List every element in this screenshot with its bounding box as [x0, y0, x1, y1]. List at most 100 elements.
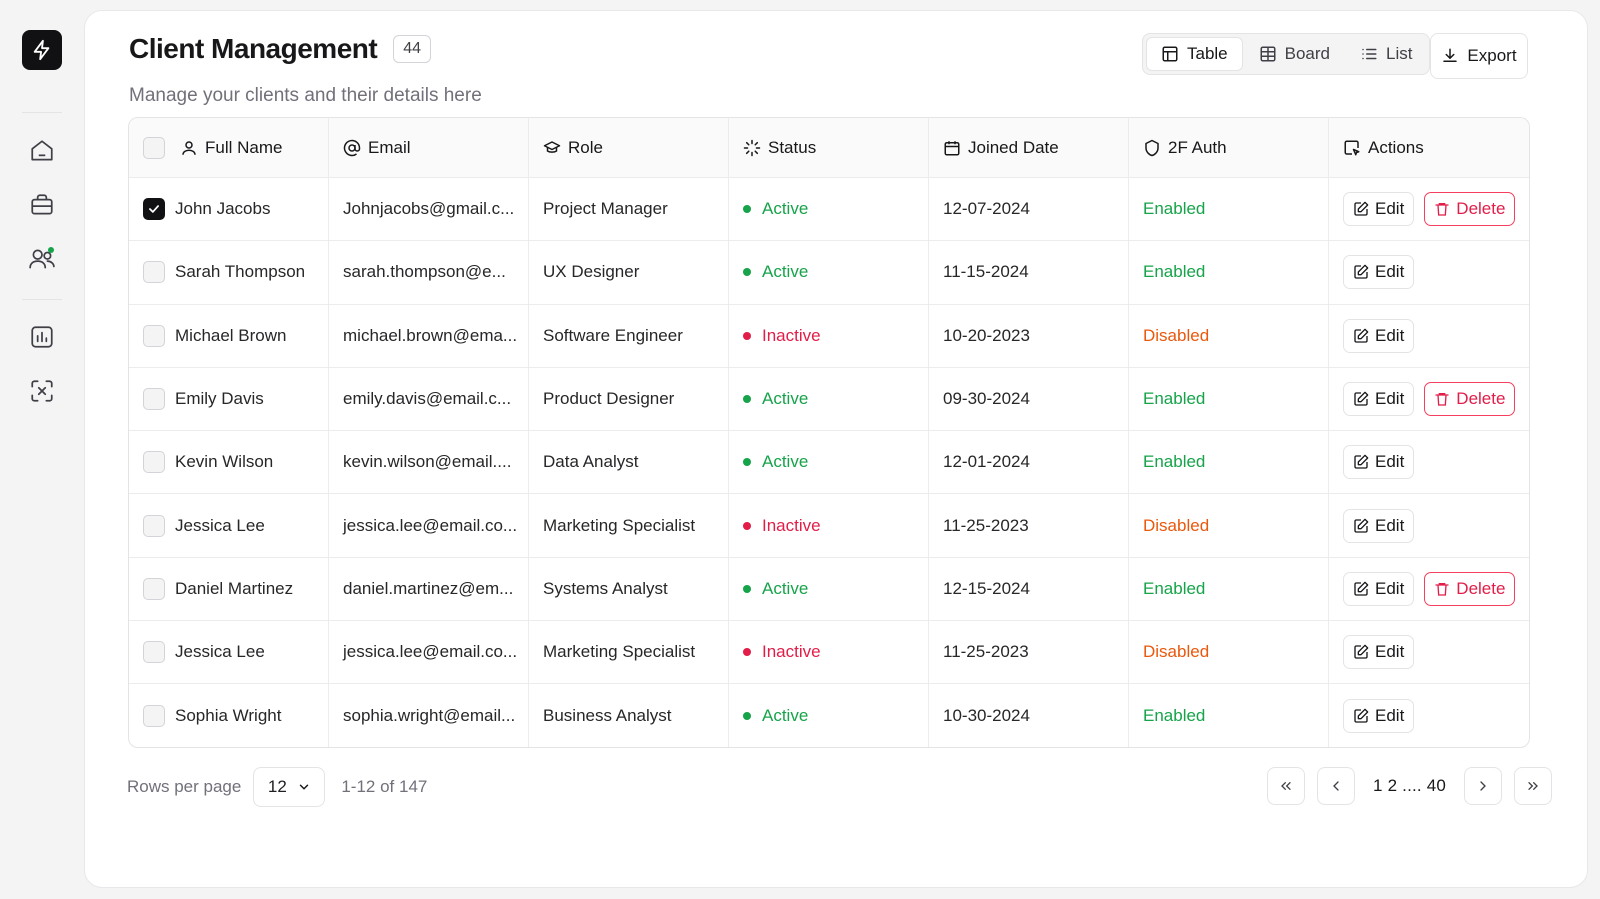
first-page-button[interactable]: [1267, 767, 1305, 805]
rows-per-page-select[interactable]: 12: [253, 767, 326, 807]
joined-date: 09-30-2024: [943, 389, 1030, 409]
sidebar-item-scan[interactable]: [22, 371, 62, 411]
joined-date: 12-01-2024: [943, 452, 1030, 472]
cell-full-name: John Jacobs: [129, 178, 329, 241]
status-label: Active: [762, 262, 809, 282]
view-board-label: Board: [1284, 44, 1331, 63]
delete-button[interactable]: Delete: [1424, 192, 1516, 227]
edit-icon: [1354, 391, 1369, 406]
cell-status: Active: [729, 557, 929, 621]
chart-icon: [31, 326, 53, 348]
header-email: Email: [329, 118, 529, 177]
header-label: Full Name: [205, 137, 283, 157]
view-table-button[interactable]: Table: [1146, 37, 1243, 71]
client-email: kevin.wilson@email....: [343, 452, 512, 472]
edit-button[interactable]: Edit: [1343, 508, 1415, 543]
header-label: Email: [368, 137, 411, 157]
edit-button[interactable]: Edit: [1343, 255, 1415, 290]
sidebar-item-home[interactable]: [22, 131, 62, 171]
edit-label: Edit: [1375, 642, 1405, 662]
delete-button[interactable]: Delete: [1424, 571, 1516, 606]
header-label: Status: [768, 137, 817, 157]
cell-role: Data Analyst: [529, 431, 729, 494]
edit-icon: [1354, 454, 1369, 469]
edit-icon: [1354, 644, 1369, 659]
export-button[interactable]: Export: [1430, 33, 1528, 79]
row-checkbox[interactable]: [143, 705, 165, 728]
edit-label: Edit: [1375, 452, 1405, 472]
view-list-button[interactable]: List: [1346, 37, 1426, 71]
select-all-checkbox[interactable]: [143, 136, 165, 159]
table-row: Emily Davis emily.davis@email.c... Produ…: [129, 367, 1529, 432]
edit-button[interactable]: Edit: [1343, 192, 1415, 227]
client-email: sophia.wright@email...: [343, 706, 516, 726]
header-2f-auth: 2F Auth: [1129, 118, 1329, 177]
row-checkbox[interactable]: [143, 198, 165, 221]
edit-button[interactable]: Edit: [1343, 571, 1415, 606]
joined-date: 11-25-2023: [943, 515, 1029, 535]
next-page-button[interactable]: [1464, 767, 1503, 805]
loader-icon: [743, 139, 761, 156]
edit-button[interactable]: Edit: [1343, 382, 1415, 417]
cell-role: Marketing Specialist: [529, 494, 729, 557]
auth-status: Disabled: [1143, 642, 1210, 662]
status-label: Active: [762, 706, 809, 726]
row-checkbox[interactable]: [143, 577, 165, 600]
client-name: Jessica Lee: [175, 515, 265, 535]
cell-actions: Edit: [1329, 494, 1529, 556]
row-checkbox[interactable]: [143, 514, 165, 537]
briefcase-icon: [31, 194, 53, 215]
user-icon: [182, 140, 196, 155]
cell-role: Marketing Specialist: [529, 621, 729, 684]
cell-2f-auth: Disabled: [1129, 494, 1329, 557]
status-label: Inactive: [762, 325, 821, 345]
edit-button[interactable]: Edit: [1343, 445, 1415, 480]
page-subtitle: Manage your clients and their details he…: [129, 85, 482, 106]
graduation-cap-icon: [543, 140, 561, 153]
previous-page-button[interactable]: [1317, 767, 1355, 805]
cell-role: Systems Analyst: [529, 557, 729, 621]
cell-actions: Edit: [1329, 241, 1529, 303]
cell-actions: Edit: [1329, 305, 1529, 367]
cell-actions: Edit: [1329, 621, 1529, 683]
cell-email: sarah.thompson@e...: [329, 241, 529, 304]
cell-2f-auth: Enabled: [1129, 557, 1329, 621]
last-page-button[interactable]: [1514, 767, 1553, 805]
app-logo[interactable]: [22, 30, 62, 70]
cell-full-name: Kevin Wilson: [129, 431, 329, 494]
client-name: Kevin Wilson: [175, 452, 274, 472]
cell-status: Active: [729, 684, 929, 747]
sidebar-item-users[interactable]: [22, 239, 62, 279]
row-checkbox[interactable]: [143, 388, 165, 411]
notification-dot: [48, 247, 54, 253]
row-checkbox[interactable]: [143, 451, 165, 474]
edit-icon: [1354, 328, 1369, 343]
sidebar-divider: [22, 112, 62, 113]
status-dot: [743, 648, 751, 657]
row-range: 1-12 of 147: [341, 777, 428, 796]
edit-button[interactable]: Edit: [1343, 699, 1415, 734]
row-checkbox[interactable]: [143, 261, 165, 284]
auth-status: Enabled: [1143, 706, 1206, 726]
edit-button[interactable]: Edit: [1343, 318, 1415, 353]
delete-button[interactable]: Delete: [1424, 382, 1516, 417]
cell-joined-date: 12-01-2024: [929, 431, 1129, 494]
row-checkbox[interactable]: [143, 641, 165, 664]
status-badge: Inactive: [743, 642, 821, 662]
cursor-click-icon: [1344, 140, 1360, 155]
cell-email: Johnjacobs@gmail.c...: [329, 178, 529, 241]
view-board-button[interactable]: Board: [1245, 37, 1344, 71]
page-numbers[interactable]: 1 2 .... 40: [1373, 776, 1446, 796]
table-row: Sarah Thompson sarah.thompson@e... UX De…: [129, 241, 1529, 305]
edit-button[interactable]: Edit: [1343, 635, 1415, 670]
client-name: Michael Brown: [175, 325, 287, 345]
header-label: Actions: [1368, 137, 1424, 157]
edit-label: Edit: [1375, 199, 1405, 219]
table-row: Jessica Lee jessica.lee@email.co... Mark…: [129, 494, 1529, 558]
row-checkbox[interactable]: [143, 324, 165, 347]
cell-joined-date: 11-25-2023: [929, 621, 1129, 684]
sidebar-item-reports[interactable]: [22, 317, 62, 357]
view-switcher: Table Board List: [1142, 33, 1431, 75]
sidebar-item-briefcase[interactable]: [22, 185, 62, 225]
page-title: Client Management: [129, 33, 378, 64]
